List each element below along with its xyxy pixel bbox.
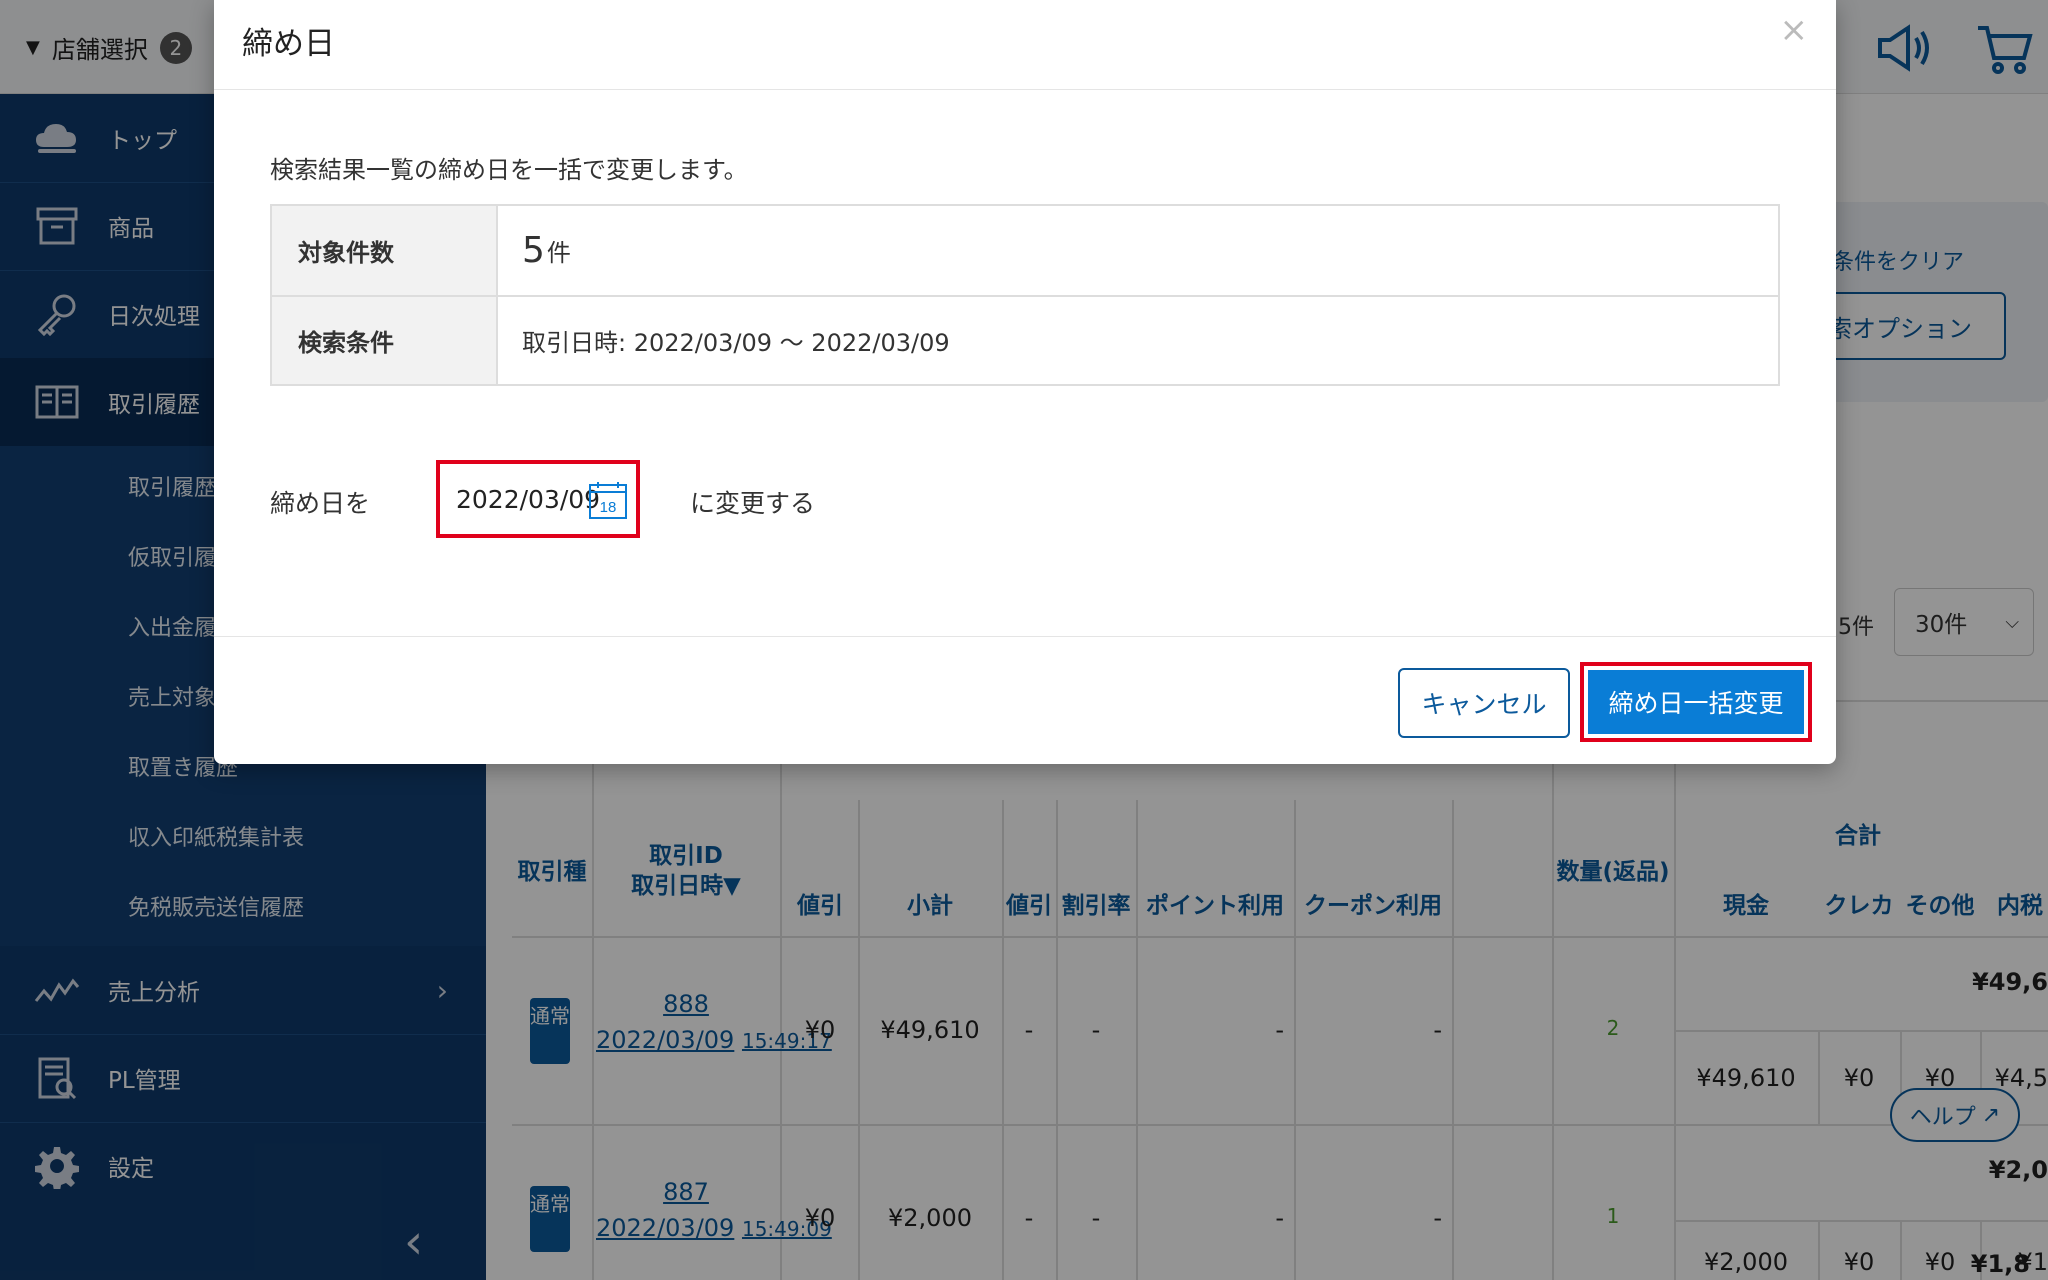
target-count-unit: 件 bbox=[546, 239, 571, 267]
cancel-button[interactable]: キャンセル bbox=[1398, 668, 1570, 738]
total-cell: ¥1,8 bbox=[1970, 1250, 2030, 1278]
closing-date-input[interactable]: 2022/03/09 18 bbox=[436, 460, 640, 538]
bulk-change-closing-date-button[interactable]: 締め日一括変更 bbox=[1588, 670, 1804, 734]
info-row-count: 対象件数 5 件 bbox=[272, 206, 1778, 295]
target-count-label: 対象件数 bbox=[272, 206, 498, 295]
close-icon[interactable]: × bbox=[1780, 10, 1809, 50]
conditions-value: 取引日時: 2022/03/09 〜 2022/03/09 bbox=[522, 329, 950, 357]
date-suffix: に変更する bbox=[690, 489, 816, 518]
conditions-label: 検索条件 bbox=[272, 297, 498, 384]
app: ▼ 店舗選択 2 トップ 商品 日次処理 取引履歴 取引履歴 仮取引履歴 入出金… bbox=[0, 0, 2048, 1280]
date-prefix: 締め日を bbox=[270, 489, 371, 518]
closing-date-modal: 締め日 × 検索結果一覧の締め日を一括で変更します。 対象件数 5 件 検索条件… bbox=[214, 0, 1836, 764]
modal-title: 締め日 bbox=[242, 26, 335, 62]
submit-highlight: 締め日一括変更 bbox=[1580, 662, 1812, 742]
modal-description: 検索結果一覧の締め日を一括で変更します。 bbox=[270, 156, 748, 184]
info-table: 対象件数 5 件 検索条件 取引日時: 2022/03/09 〜 2022/03… bbox=[270, 204, 1780, 386]
target-count-value: 5 件 bbox=[522, 206, 571, 295]
modal-footer-divider bbox=[214, 636, 1836, 637]
target-count-number: 5 bbox=[522, 230, 545, 271]
calendar-icon[interactable]: 18 bbox=[588, 480, 628, 520]
modal-header: 締め日 × bbox=[214, 0, 1836, 90]
closing-date-row: 締め日を 2022/03/09 18 に変更する bbox=[270, 460, 815, 538]
calendar-day: 18 bbox=[600, 499, 617, 516]
info-row-conditions: 検索条件 取引日時: 2022/03/09 〜 2022/03/09 bbox=[272, 295, 1778, 384]
closing-date-value: 2022/03/09 bbox=[456, 484, 601, 514]
